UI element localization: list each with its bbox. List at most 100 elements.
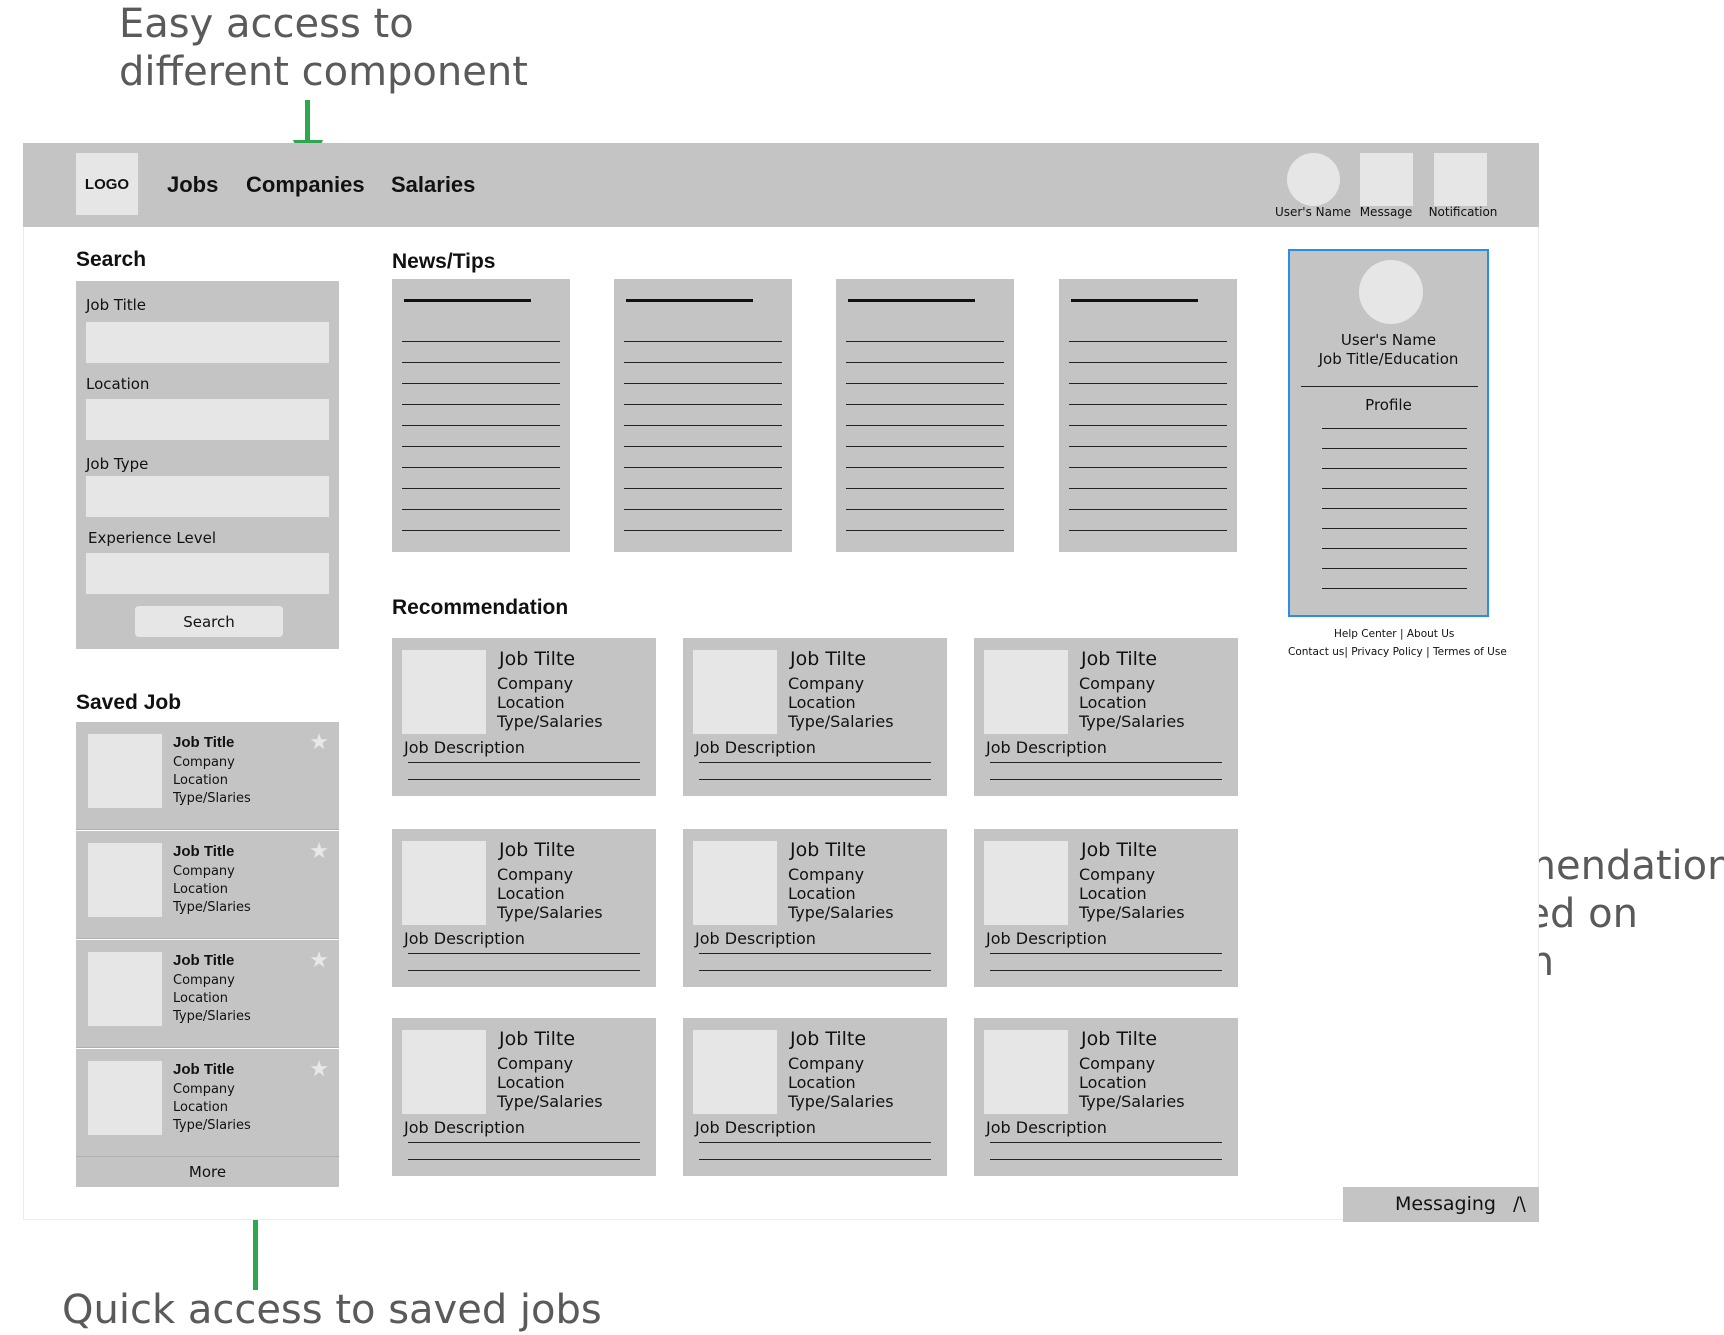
rec-line	[699, 953, 931, 954]
news-text-line	[846, 362, 1004, 363]
rec-location: Location	[788, 1073, 856, 1092]
saved-job-location: Location	[173, 991, 228, 1006]
star-icon[interactable]: ★	[309, 839, 329, 864]
saved-job-item[interactable]: Job Title Company Location Type/Slaries …	[76, 940, 339, 1048]
recommendation-card[interactable]: Job Tilte Company Location Type/Salaries Job…	[974, 638, 1238, 796]
experience-level-input[interactable]	[86, 553, 329, 594]
job-thumbnail	[984, 1030, 1068, 1114]
search-button[interactable]: Search	[135, 606, 283, 637]
news-card[interactable]	[836, 279, 1014, 552]
saved-job-item[interactable]: Job Title Company Location Type/Slaries …	[76, 1049, 339, 1157]
saved-jobs-more-button[interactable]: More	[76, 1157, 339, 1187]
rec-description: Job Description	[695, 738, 816, 757]
notification-icon[interactable]	[1434, 153, 1487, 206]
rec-type: Type/Salaries	[1079, 712, 1185, 731]
contact-us-link[interactable]: Contact us	[1288, 646, 1344, 658]
rec-line	[699, 970, 931, 971]
news-card[interactable]	[392, 279, 570, 552]
location-input[interactable]	[86, 399, 329, 440]
news-text-line	[402, 341, 560, 342]
messaging-bar[interactable]: Messaging /\	[1343, 1187, 1539, 1222]
profile-card[interactable]: User's Name Job Title/Education Profile	[1288, 249, 1489, 617]
rec-job-title: Job Tilte	[1081, 839, 1158, 861]
profile-line	[1322, 488, 1467, 489]
privacy-policy-link[interactable]: Privacy Policy	[1351, 646, 1423, 658]
rec-company: Company	[497, 865, 574, 884]
recommendation-card[interactable]: Job Tilte Company Location Type/Salaries Job…	[683, 638, 947, 796]
nav-salaries[interactable]: Salaries	[391, 172, 475, 198]
profile-section-label[interactable]: Profile	[1290, 396, 1487, 414]
news-text-line	[624, 530, 782, 531]
rec-line	[408, 762, 640, 763]
recommendation-card[interactable]: Job Tilte Company Location Type/Salaries Job…	[974, 829, 1238, 987]
news-text-line	[846, 341, 1004, 342]
message-icon[interactable]	[1360, 153, 1413, 206]
annotation-top-line2: different component	[119, 49, 528, 95]
saved-job-location: Location	[173, 882, 228, 897]
nav-jobs[interactable]: Jobs	[167, 172, 218, 198]
news-text-line	[1069, 509, 1227, 510]
job-type-input[interactable]	[86, 476, 329, 517]
profile-avatar-icon	[1359, 260, 1423, 324]
news-text-line	[846, 488, 1004, 489]
star-icon[interactable]: ★	[309, 948, 329, 973]
recommendation-card[interactable]: Job Tilte Company Location Type/Salaries Job…	[392, 829, 656, 987]
job-thumbnail	[88, 843, 162, 917]
rec-job-title: Job Tilte	[1081, 648, 1158, 670]
news-text-line	[1069, 383, 1227, 384]
news-text-line	[624, 425, 782, 426]
news-card[interactable]	[614, 279, 792, 552]
rec-line	[699, 762, 931, 763]
profile-name: User's Name	[1340, 331, 1437, 349]
news-card[interactable]	[1059, 279, 1237, 552]
news-text-line	[846, 530, 1004, 531]
recommendation-card[interactable]: Job Tilte Company Location Type/Salaries Job…	[392, 1018, 656, 1176]
news-text-line	[846, 446, 1004, 447]
rec-job-title: Job Tilte	[499, 1028, 576, 1050]
job-title-input[interactable]	[86, 322, 329, 363]
rec-description: Job Description	[986, 1118, 1107, 1137]
news-text-line	[1069, 467, 1227, 468]
recommendation-card[interactable]: Job Tilte Company Location Type/Salaries Job…	[392, 638, 656, 796]
news-text-line	[846, 383, 1004, 384]
search-title: Search	[76, 248, 147, 271]
news-text-line	[624, 488, 782, 489]
profile-line	[1322, 588, 1467, 589]
about-us-link[interactable]: About Us	[1407, 628, 1455, 640]
annotation-top-line1: Easy access to	[119, 1, 414, 47]
job-title-label: Job Title	[86, 296, 147, 314]
chevron-up-icon[interactable]: /\	[1513, 1193, 1526, 1215]
news-text-line	[402, 467, 560, 468]
rec-description: Job Description	[986, 929, 1107, 948]
saved-job-company: Company	[173, 1082, 235, 1097]
recommendation-card[interactable]: Job Tilte Company Location Type/Salaries Job…	[683, 829, 947, 987]
help-center-link[interactable]: Help Center	[1334, 628, 1397, 640]
star-icon[interactable]: ★	[309, 1057, 329, 1082]
rec-location: Location	[1079, 693, 1147, 712]
logo[interactable]: LOGO	[76, 153, 138, 215]
rec-line	[699, 1159, 931, 1160]
news-text-line	[624, 467, 782, 468]
profile-line	[1322, 428, 1467, 429]
nav-companies[interactable]: Companies	[246, 172, 365, 198]
news-text-line	[402, 425, 560, 426]
job-thumbnail	[402, 1030, 486, 1114]
saved-job-title: Saved Job	[76, 691, 182, 714]
news-text-line	[624, 404, 782, 405]
recommendation-card[interactable]: Job Tilte Company Location Type/Salaries Job…	[974, 1018, 1238, 1176]
rec-location: Location	[497, 884, 565, 903]
terms-of-use-link[interactable]: Termes of Use	[1433, 646, 1507, 658]
recommendation-card[interactable]: Job Tilte Company Location Type/Salaries Job…	[683, 1018, 947, 1176]
job-thumbnail	[88, 952, 162, 1026]
saved-job-item[interactable]: Job Title Company Location Type/Slaries …	[76, 722, 339, 830]
rec-line	[990, 953, 1222, 954]
rec-location: Location	[1079, 884, 1147, 903]
job-thumbnail	[984, 650, 1068, 734]
user-avatar-icon[interactable]	[1287, 153, 1340, 206]
saved-job-item[interactable]: Job Title Company Location Type/Slaries …	[76, 831, 339, 939]
rec-type: Type/Salaries	[788, 903, 894, 922]
star-icon[interactable]: ★	[309, 730, 329, 755]
news-text-line	[402, 446, 560, 447]
rec-description: Job Description	[404, 1118, 525, 1137]
news-headline-bar	[626, 299, 753, 302]
